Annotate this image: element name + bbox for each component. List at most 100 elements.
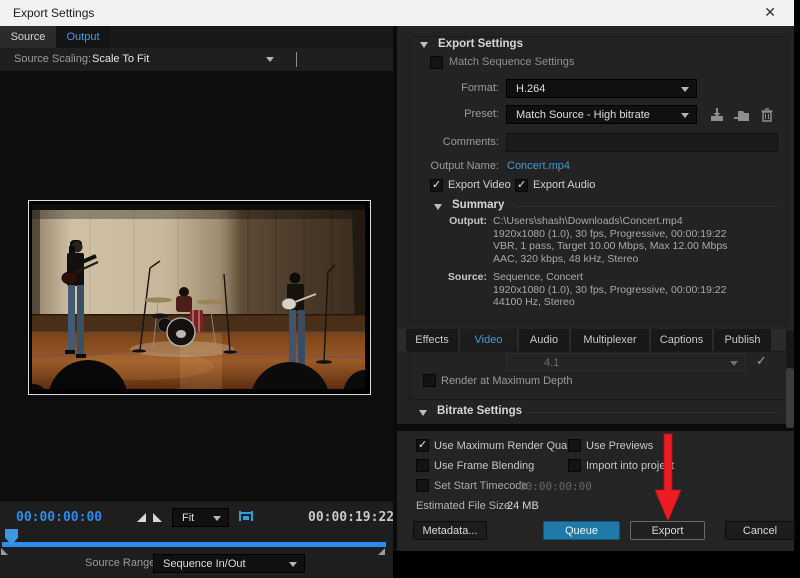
use-frame-blending-checkbox[interactable] (416, 459, 429, 472)
tab-video[interactable]: Video (460, 329, 517, 351)
output-name-label: Output Name: (402, 160, 499, 172)
export-audio-checkbox[interactable]: ✓ (515, 179, 528, 192)
save-preset-icon[interactable] (708, 106, 726, 124)
source-scaling-label: Source Scaling: (14, 53, 91, 65)
level-dropdown: 4.1 (506, 353, 746, 371)
chevron-down-icon[interactable] (266, 57, 274, 62)
tab-captions[interactable]: Captions (651, 329, 712, 351)
match-sequence-label: Match Sequence Settings (449, 56, 574, 68)
collapse-triangle-icon[interactable] (434, 204, 442, 210)
tab-effects[interactable]: Effects (406, 329, 458, 351)
summary-line: Sequence, Concert (493, 271, 727, 284)
preset-label: Preset: (402, 108, 499, 120)
check-icon: ✓ (517, 178, 526, 191)
bitrate-settings-header: Bitrate Settings (437, 405, 522, 417)
zoom-fit-dropdown[interactable]: Fit (172, 508, 229, 527)
preview-panel: Source Output Source Scaling: Scale To F… (0, 26, 393, 551)
chevron-down-icon (681, 113, 689, 118)
video-preview (28, 200, 371, 395)
set-start-timecode-label: Set Start Timecode (434, 480, 528, 492)
summary-line: VBR, 1 pass, Target 10.00 Mbps, Max 12.0… (493, 240, 727, 253)
summary-line: 1920x1080 (1.0), 30 fps, Progressive, 00… (493, 228, 727, 241)
summary-line: AAC, 320 kbps, 48 kHz, Stereo (493, 253, 727, 266)
import-into-project-label: Import into project (586, 460, 674, 472)
export-settings-dialog: Export Settings ✕ Source Output Source S… (0, 0, 794, 551)
source-range-value: Sequence In/Out (163, 558, 246, 570)
footer-section: ✓ Use Maximum Render Quality Use Preview… (397, 431, 794, 551)
estimated-size-label: Estimated File Size: (416, 500, 513, 512)
pane-splitter[interactable] (296, 52, 297, 67)
set-in-icon[interactable] (137, 513, 146, 522)
cancel-button[interactable]: Cancel (725, 521, 795, 540)
chevron-down-icon (213, 516, 221, 521)
tab-source[interactable]: Source (0, 26, 56, 48)
scrubber-track[interactable] (2, 542, 386, 547)
chevron-down-icon (289, 562, 297, 567)
scrollbar[interactable] (786, 330, 794, 428)
format-value: H.264 (516, 83, 545, 95)
range-start-handle[interactable] (1, 548, 8, 555)
titlebar: Export Settings ✕ (0, 0, 794, 26)
check-icon: ✓ (432, 178, 441, 191)
dialog-title: Export Settings (13, 6, 94, 20)
chevron-down-icon (681, 87, 689, 92)
tab-audio[interactable]: Audio (519, 329, 569, 351)
output-name-link[interactable]: Concert.mp4 (507, 160, 570, 172)
tab-publish[interactable]: Publish (714, 329, 771, 351)
start-timecode-value: 00:00:00:00 (519, 480, 592, 493)
level-value: 4.1 (544, 357, 559, 369)
level-check-icon[interactable]: ✓ (756, 353, 767, 369)
use-max-render-checkbox[interactable]: ✓ (416, 439, 429, 452)
collapse-triangle-icon[interactable] (419, 410, 427, 416)
source-range-dropdown[interactable]: Sequence In/Out (153, 554, 305, 573)
zoom-fit-value: Fit (182, 512, 194, 524)
preset-dropdown[interactable]: Match Source - High bitrate (506, 105, 697, 124)
use-previews-checkbox[interactable] (568, 439, 581, 452)
match-sequence-checkbox[interactable] (430, 56, 443, 69)
format-dropdown[interactable]: H.264 (506, 79, 697, 98)
export-video-checkbox[interactable]: ✓ (430, 179, 443, 192)
summary-output-lines: C:\Users\shash\Downloads\Concert.mp4 192… (493, 215, 727, 265)
video-preview-image (32, 204, 365, 389)
source-scaling-row: Source Scaling: Scale To Fit (0, 48, 393, 71)
comments-input[interactable] (506, 133, 778, 152)
chevron-down-icon (730, 361, 738, 366)
close-icon[interactable]: ✕ (764, 4, 776, 21)
metadata-button[interactable]: Metadata... (413, 521, 487, 540)
import-into-project-checkbox[interactable] (568, 459, 581, 472)
summary-line: C:\Users\shash\Downloads\Concert.mp4 (493, 215, 727, 228)
source-scaling-dropdown[interactable]: Scale To Fit (92, 53, 149, 65)
render-max-depth-checkbox[interactable] (423, 374, 436, 387)
export-video-label: Export Video (448, 179, 511, 191)
crop-output-icon[interactable] (238, 509, 254, 523)
queue-button[interactable]: Queue (543, 521, 620, 540)
scrollbar-thumb[interactable] (786, 368, 794, 428)
use-frame-blending-label: Use Frame Blending (434, 460, 534, 472)
collapse-triangle-icon[interactable] (420, 42, 428, 48)
delete-preset-icon[interactable] (758, 106, 776, 124)
import-preset-icon[interactable] (733, 106, 751, 124)
transport-bar: 00:00:00:00 Fit 00:00:19:22 Source Range… (0, 500, 393, 578)
tab-multiplexer[interactable]: Multiplexer (571, 329, 649, 351)
current-timecode[interactable]: 00:00:00:00 (16, 510, 102, 525)
export-button[interactable]: Export (630, 521, 705, 540)
summary-source-lines: Sequence, Concert 1920x1080 (1.0), 30 fp… (493, 271, 727, 309)
option-tabstrip: Effects Video Audio Multiplexer Captions… (397, 329, 794, 351)
divider (515, 206, 777, 207)
tab-output[interactable]: Output (56, 26, 110, 48)
divider (397, 424, 794, 431)
check-icon: ✓ (418, 438, 427, 451)
settings-panel: Export Settings Match Sequence Settings … (393, 26, 794, 551)
duration-timecode: 00:00:19:22 (308, 510, 394, 525)
comments-label: Comments: (402, 136, 499, 148)
summary-line: 44100 Hz, Stereo (493, 296, 727, 309)
summary-source-label: Source: (402, 271, 487, 283)
preset-value: Match Source - High bitrate (516, 109, 650, 121)
set-start-timecode-checkbox[interactable] (416, 479, 429, 492)
summary-header: Summary (452, 199, 504, 211)
range-end-handle[interactable] (378, 548, 385, 555)
use-previews-label: Use Previews (586, 440, 653, 452)
export-audio-label: Export Audio (533, 179, 595, 191)
source-range-label: Source Range: (85, 557, 158, 569)
set-out-icon[interactable] (153, 513, 162, 522)
